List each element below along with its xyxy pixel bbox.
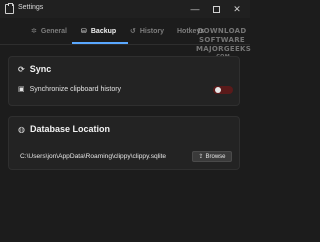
tab-hotkeys-label: Hotkeys (177, 27, 205, 35)
gear-icon: ✲ (31, 28, 37, 35)
tab-history[interactable]: ↺ History (130, 18, 164, 44)
maximize-icon (212, 6, 220, 14)
sync-card: ⟳ Sync ▣ Synchronize clipboard history (8, 56, 240, 106)
save-icon: ▣ (18, 86, 25, 93)
sync-toggle[interactable] (213, 86, 233, 94)
tab-backup[interactable]: ⛁ Backup (81, 18, 116, 44)
watermark-line: MAJORGEEKS (196, 45, 252, 53)
history-icon: ↺ (130, 28, 136, 35)
tab-general[interactable]: ✲ General (31, 18, 67, 44)
toggle-knob (215, 87, 221, 93)
database-title: Database Location (29, 124, 111, 134)
tab-general-label: General (40, 27, 67, 35)
sync-icon: ⟳ (18, 64, 25, 74)
tab-hotkeys[interactable]: Hotkeys (177, 18, 204, 44)
maximize-button[interactable] (210, 2, 222, 16)
tab-divider (0, 44, 250, 45)
upload-icon: ⇪ (198, 154, 204, 160)
sync-heading: ⟳ Sync (18, 64, 51, 74)
sync-setting-label: Synchronize clipboard history (29, 85, 122, 93)
clipboard-app-icon (5, 3, 14, 14)
title-bar[interactable]: Settings — ✕ (0, 0, 250, 18)
close-button[interactable]: ✕ (231, 2, 243, 16)
browse-button[interactable]: ⇪ Browse (192, 151, 232, 162)
sync-title: Sync (29, 64, 52, 74)
tab-bar: ✲ General ⛁ Backup ↺ History Hotkeys (0, 18, 250, 44)
settings-window: Settings — ✕ ✲ General ⛁ Backup ↺ Histor… (0, 0, 252, 242)
window-title: Settings (18, 4, 44, 11)
database-path: C:\Users\jon\AppData\Roaming\clippy\clip… (20, 153, 167, 160)
globe-icon: ◍ (18, 124, 25, 134)
tab-backup-label: Backup (90, 27, 117, 35)
sync-setting-row: ▣ Synchronize clipboard history (18, 85, 122, 94)
backup-icon: ⛁ (81, 28, 87, 35)
minimize-button[interactable]: — (189, 2, 201, 16)
database-heading: ◍ Database Location (18, 124, 110, 134)
database-card: ◍ Database Location C:\Users\jon\AppData… (8, 116, 240, 170)
tab-history-label: History (139, 27, 164, 35)
browse-label: Browse (205, 153, 226, 160)
